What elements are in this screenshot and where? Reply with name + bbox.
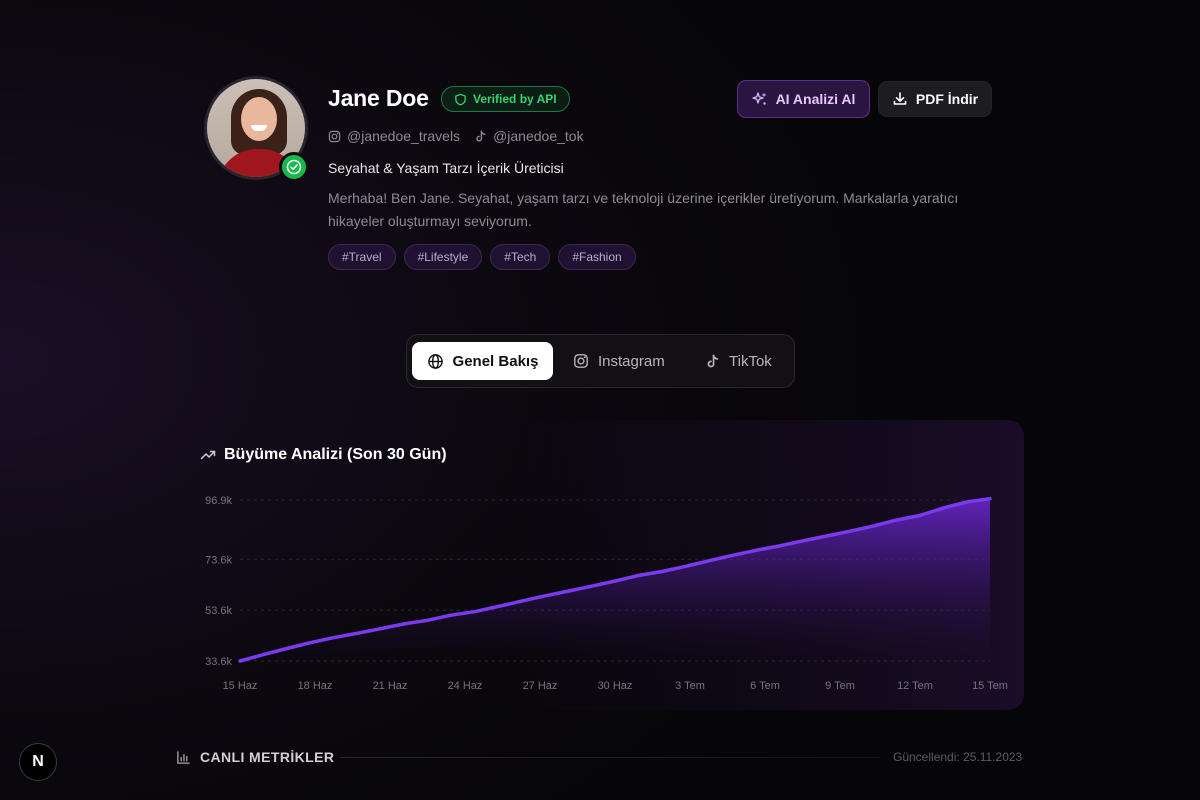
ai-analysis-button[interactable]: AI Analizi Al	[737, 80, 870, 118]
profile-name: Jane Doe	[328, 85, 429, 111]
divider	[340, 757, 880, 758]
profile-bio: Merhaba! Ben Jane. Seyahat, yaşam tarzı …	[328, 190, 959, 229]
profile-role: Seyahat & Yaşam Tarzı İçerik Üreticisi	[328, 160, 564, 176]
avatar	[204, 76, 309, 182]
x-tick-label: 9 Tem	[825, 680, 855, 692]
tab-overview[interactable]: Genel Bakış	[412, 342, 553, 380]
app-logo-badge[interactable]: N	[19, 743, 57, 781]
tab-overview-label: Genel Bakış	[452, 352, 539, 370]
bar-chart-icon	[176, 750, 191, 765]
y-tick-label: 73.6k	[205, 554, 232, 566]
pdf-download-label: PDF İndir	[915, 91, 979, 107]
instagram-icon	[328, 130, 341, 143]
instagram-handle[interactable]: @janedoe_travels	[328, 128, 460, 144]
sparkles-icon	[751, 91, 768, 107]
y-tick-label: 53.6k	[205, 605, 232, 617]
tab-instagram[interactable]: Instagram	[573, 342, 665, 380]
tiktok-handle[interactable]: @janedoe_tok	[474, 128, 584, 144]
y-tick-label: 33.6k	[205, 656, 232, 668]
updated-timestamp: Güncellendi: 25.11.2023	[893, 750, 1023, 764]
tiktok-icon	[474, 130, 487, 143]
growth-chart-title: Büyüme Analizi (Son 30 Gün)	[200, 446, 447, 464]
growth-chart-title-label: Büyüme Analizi (Son 30 Gün)	[224, 446, 447, 463]
shield-icon	[454, 93, 467, 106]
tiktok-icon	[705, 354, 720, 369]
x-tick-label: 30 Haz	[598, 680, 633, 692]
live-metrics-title: CANLI METRİKLER	[200, 749, 335, 765]
x-tick-label: 24 Haz	[448, 680, 483, 692]
x-tick-label: 6 Tem	[750, 680, 780, 692]
y-tick-label: 96.9k	[205, 495, 232, 507]
verified-check-icon	[279, 152, 309, 182]
tab-tiktok[interactable]: TikTok	[705, 342, 772, 380]
tag-tech[interactable]: #Tech	[490, 244, 551, 270]
tag-list: #Travel #Lifestyle #Tech #Fashion	[328, 244, 636, 270]
ai-analysis-label: AI Analizi Al	[775, 91, 856, 107]
tiktok-handle-label: @janedoe_tok	[493, 128, 584, 144]
tab-instagram-label: Instagram	[598, 352, 665, 370]
x-tick-label: 3 Tem	[675, 680, 705, 692]
tag-lifestyle[interactable]: #Lifestyle	[403, 244, 483, 270]
tag-travel[interactable]: #Travel	[328, 244, 396, 270]
x-tick-label: 15 Tem	[972, 680, 1008, 692]
verified-badge: Verified by API	[441, 86, 570, 112]
verified-badge-label: Verified by API	[473, 92, 557, 106]
x-tick-label: 18 Haz	[298, 680, 333, 692]
pdf-download-button[interactable]: PDF İndir	[878, 81, 992, 117]
x-tick-label: 15 Haz	[223, 680, 258, 692]
x-tick-label: 21 Haz	[373, 680, 408, 692]
tag-fashion[interactable]: #Fashion	[558, 244, 636, 270]
instagram-icon	[573, 353, 589, 369]
globe-icon	[427, 353, 444, 370]
x-tick-label: 27 Haz	[523, 680, 558, 692]
live-metrics-header: CANLI METRİKLER	[176, 749, 334, 765]
social-handles: @janedoe_travels @janedoe_tok	[328, 128, 584, 144]
instagram-handle-label: @janedoe_travels	[347, 128, 461, 144]
x-tick-label: 12 Tem	[897, 680, 933, 692]
platform-tabs: Genel Bakış Instagram TikTok	[406, 334, 795, 388]
trending-up-icon	[200, 447, 216, 463]
tab-tiktok-label: TikTok	[729, 352, 772, 370]
growth-chart: 33.6k 53.6k 73.6k 96.9k 15 Haz 18 Haz 21 Haz 2…	[205, 495, 1008, 692]
download-icon	[892, 91, 908, 107]
